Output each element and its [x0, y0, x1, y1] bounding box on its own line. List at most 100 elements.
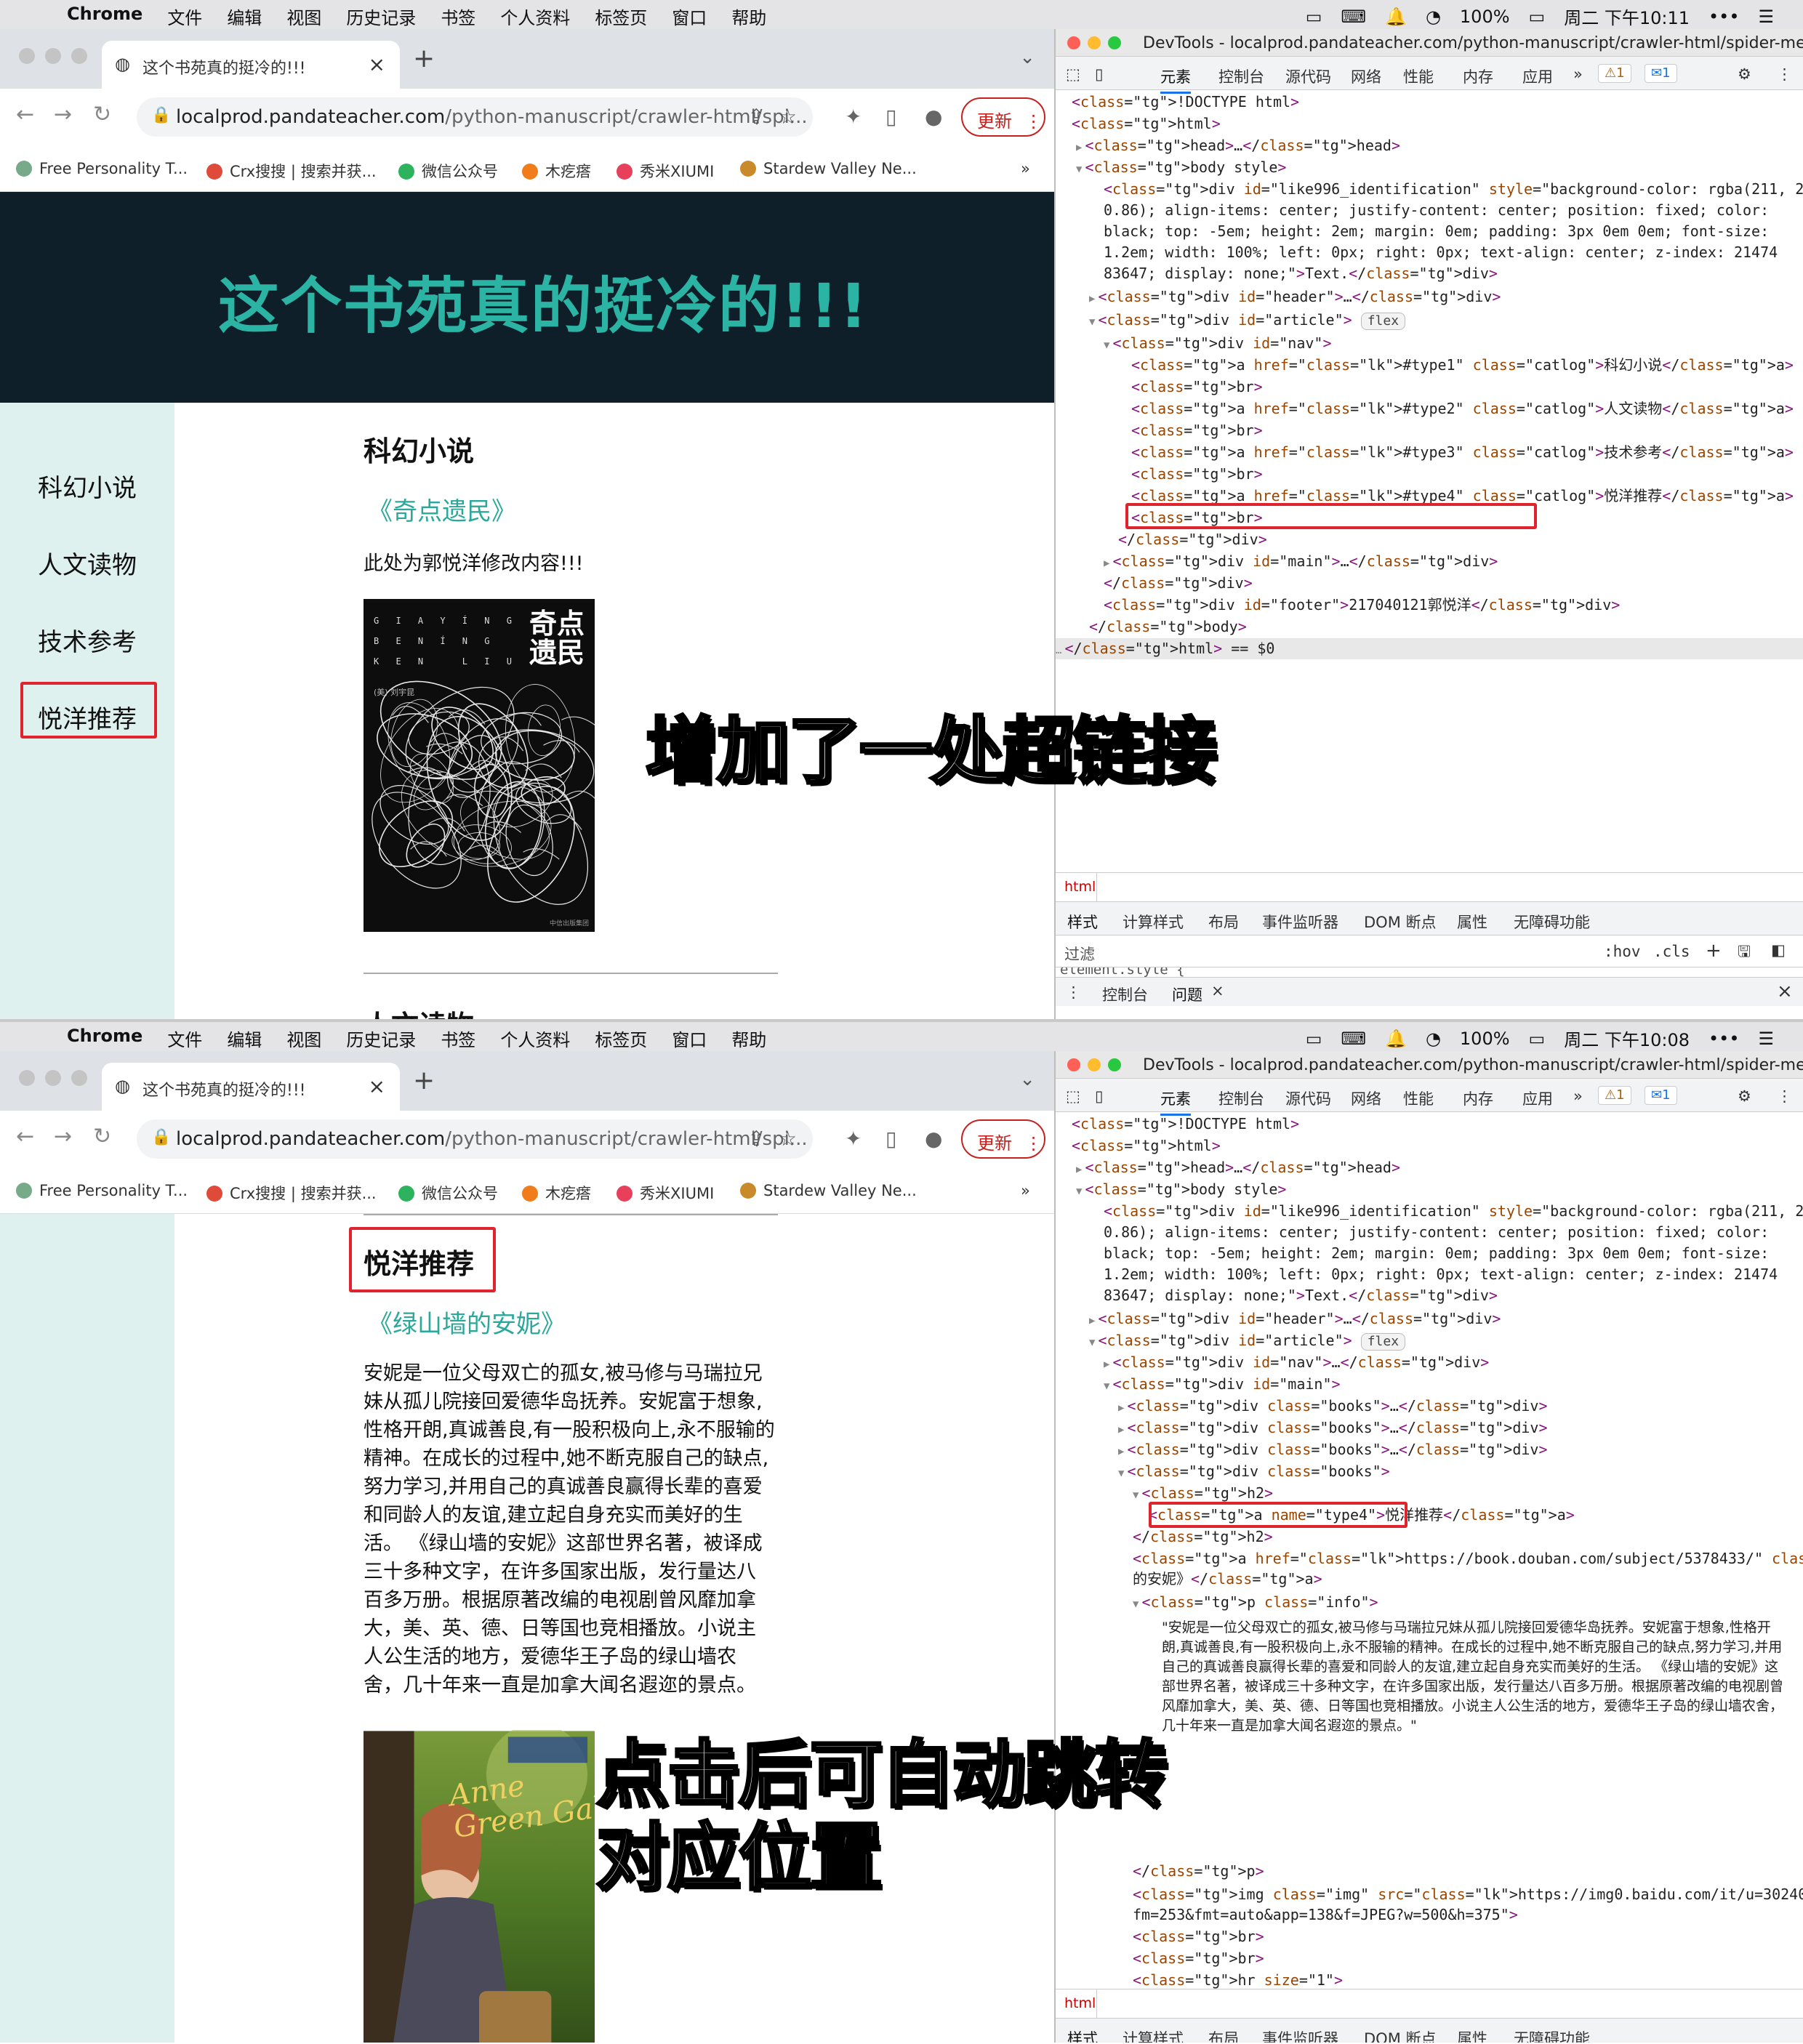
dom-node-line[interactable]: ▶ <class="tg">head>…</class="tg">head>	[1076, 135, 1400, 156]
dom-node-line[interactable]: <class="tg">!DOCTYPE html>	[1072, 92, 1299, 113]
drawer-tab-console[interactable]: 控制台	[1102, 983, 1148, 1005]
dom-node-line[interactable]: 的安妮》</class="tg">a>	[1133, 1569, 1322, 1590]
wifi-icon[interactable]: ◔	[1426, 1029, 1441, 1049]
bookmark-item[interactable]: 微信公众号	[398, 160, 498, 182]
url-text[interactable]: localprod.pandateacher.com/python-manusc…	[176, 1128, 808, 1150]
tab-network[interactable]: 网络	[1351, 1087, 1381, 1109]
dom-node-line[interactable]: <class="tg">br>	[1133, 1926, 1264, 1947]
extensions-icon[interactable]: ✦	[845, 1127, 862, 1151]
menu-view[interactable]: 视图	[286, 4, 321, 29]
warning-badge[interactable]: ⚠1	[1598, 64, 1631, 83]
menu-app[interactable]: Chrome	[67, 1026, 142, 1051]
paint-icon[interactable]: 🖫	[1738, 941, 1751, 967]
dom-node-line[interactable]: ▶ <class="tg">head>…</class="tg">head>	[1076, 1157, 1400, 1178]
bookmarks-more-icon[interactable]: »	[1021, 1182, 1030, 1199]
dom-node-line[interactable]: </class="tg">body>	[1089, 616, 1247, 637]
dom-node-line[interactable]: ▶ <class="tg">div class="books">…</class=…	[1118, 1396, 1548, 1417]
menu-file[interactable]: 文件	[167, 4, 202, 29]
dom-node-line[interactable]: ▼ <class="tg">div id="main">	[1104, 1374, 1341, 1395]
browser-tab[interactable]: ◍ 这个书苑真的挺冷的!!! ×	[102, 41, 400, 89]
menu-history[interactable]: 历史记录	[346, 1026, 416, 1051]
tab-properties[interactable]: 属性	[1457, 2027, 1487, 2043]
dom-node-line[interactable]: ▶ <class="tg">div class="books">…</class=…	[1118, 1439, 1548, 1460]
tab-application[interactable]: 应用	[1522, 1087, 1553, 1109]
bookmark-item[interactable]: 木疙瘩	[522, 1182, 591, 1204]
close-dot[interactable]	[1067, 36, 1080, 49]
drawer-menu-icon[interactable]: ⋮	[1066, 983, 1081, 1001]
tab-application[interactable]: 应用	[1522, 65, 1553, 87]
dom-node-line[interactable]: <class="tg">a href="class="lk">https://b…	[1133, 1548, 1803, 1569]
dom-node-line[interactable]: <class="tg">html>	[1072, 113, 1221, 134]
cls-toggle[interactable]: .cls	[1653, 943, 1690, 960]
tab-layout[interactable]: 布局	[1208, 911, 1239, 933]
control-center-icon[interactable]: ☰	[1758, 7, 1774, 27]
tab-accessibility[interactable]: 无障碍功能	[1514, 911, 1590, 933]
clock[interactable]: 周二 下午10:08	[1564, 1026, 1690, 1051]
device-icon[interactable]: ▯	[1095, 65, 1104, 83]
bookmarks-more-icon[interactable]: »	[1021, 160, 1030, 177]
drawer-tab-close-icon[interactable]: ×	[1211, 982, 1224, 999]
bookmark-item[interactable]: 秀米XIUMI	[617, 1182, 714, 1204]
dom-node-line[interactable]: <class="tg">div id="like996_identificati…	[1104, 179, 1803, 200]
tab-search-icon[interactable]: ⌄	[1019, 1069, 1035, 1090]
menu-view[interactable]: 视图	[286, 1026, 321, 1051]
dom-node-line[interactable]: <class="tg">br>	[1131, 464, 1263, 485]
dom-node-line[interactable]: <class="tg">div id="like996_identificati…	[1104, 1201, 1803, 1222]
dom-node-line[interactable]: 83647; display: none;">Text.</class="tg"…	[1104, 263, 1498, 284]
dom-node-line[interactable]: ▼ <class="tg">div id="article"> flex	[1089, 1330, 1406, 1351]
forward-icon[interactable]: →	[54, 102, 72, 127]
message-badge[interactable]: ✉1	[1645, 1086, 1677, 1105]
menu-profile[interactable]: 个人资料	[500, 4, 570, 29]
menu-help[interactable]: 帮助	[731, 1026, 766, 1051]
menu-file[interactable]: 文件	[167, 1026, 202, 1051]
breadcrumb-html[interactable]: html	[1064, 879, 1096, 895]
bookmark-item[interactable]: 木疙瘩	[522, 160, 591, 182]
dom-node-line[interactable]: <class="tg">a href="class="lk">#type1" c…	[1131, 355, 1794, 376]
input-method-icon[interactable]: ⌨	[1341, 1029, 1366, 1049]
dom-node-line[interactable]: </class="tg">h2>	[1133, 1526, 1273, 1548]
tab-close-icon[interactable]: ×	[369, 52, 385, 76]
control-center-icon[interactable]: ☰	[1758, 1029, 1774, 1049]
menu-window[interactable]: 窗口	[672, 1026, 707, 1051]
update-button[interactable]: 更新 ⋮	[961, 97, 1045, 137]
dom-node-line[interactable]: 1.2em; width: 100%; left: 0px; right: 0p…	[1104, 242, 1778, 263]
dom-node-line[interactable]: <class="tg">!DOCTYPE html>	[1072, 1114, 1299, 1135]
min-dot[interactable]	[1088, 1058, 1101, 1071]
notification-icon[interactable]: 🔔	[1385, 1029, 1407, 1049]
bookmark-item[interactable]: Stardew Valley Ne...	[740, 160, 917, 177]
menu-edit[interactable]: 编辑	[227, 4, 262, 29]
tab-properties[interactable]: 属性	[1457, 911, 1487, 933]
close-dot[interactable]	[19, 48, 35, 64]
address-bar[interactable]: 🔒 localprod.pandateacher.com/python-manu…	[137, 1119, 813, 1159]
info-text-node[interactable]: "安妮是一位父母双亡的孤女,被马修与马瑞拉兄妹从孤儿院接回爱德华岛抚养。安妮富于…	[1162, 1618, 1787, 1736]
tab-computed[interactable]: 计算样式	[1123, 911, 1184, 933]
dom-node-line[interactable]: … </class="tg">html> == $0	[1056, 638, 1803, 659]
kebab-icon[interactable]: ⋮	[1777, 1087, 1792, 1105]
drawer-close-icon[interactable]: ×	[1777, 981, 1793, 1002]
dom-node-line[interactable]: <class="tg">hr size="1">	[1133, 1970, 1343, 1989]
min-dot[interactable]	[1088, 36, 1101, 49]
profile-icon[interactable]: ●	[925, 1127, 942, 1151]
book-title-link[interactable]: 《奇点遗民》	[368, 491, 516, 527]
tab-console[interactable]: 控制台	[1218, 65, 1264, 87]
tab-close-icon[interactable]: ×	[369, 1074, 385, 1098]
tab-accessibility[interactable]: 无障碍功能	[1514, 2027, 1590, 2043]
nav-link-1[interactable]: 科幻小说	[38, 468, 137, 504]
tab-dom-breakpoints[interactable]: DOM 断点	[1364, 2027, 1437, 2043]
menu-tabs[interactable]: 标签页	[595, 4, 647, 29]
dom-node-line[interactable]: </class="tg">div>	[1104, 573, 1253, 594]
dom-node-line[interactable]: 1.2em; width: 100%; left: 0px; right: 0p…	[1104, 1264, 1778, 1285]
dom-node-line[interactable]: 0.86); align-items: center; justify-cont…	[1104, 1222, 1769, 1243]
tab-sources[interactable]: 源代码	[1285, 1087, 1331, 1109]
more-icon[interactable]: •••	[1708, 7, 1739, 27]
tab-listeners[interactable]: 事件监听器	[1262, 911, 1338, 933]
max-dot[interactable]	[71, 1070, 87, 1086]
dom-node-line[interactable]: ▶ <class="tg">div class="books">…</class=…	[1118, 1417, 1548, 1439]
dom-node-line[interactable]: </class="tg">div>	[1118, 529, 1267, 550]
dom-node-line[interactable]: ▼ <class="tg">p class="info">	[1133, 1592, 1378, 1613]
nav-link-2[interactable]: 人文读物	[38, 545, 137, 581]
profile-icon[interactable]: ●	[925, 105, 942, 129]
dom-node-line[interactable]: <class="tg">html>	[1072, 1135, 1221, 1156]
menu-bookmarks[interactable]: 书签	[441, 1026, 475, 1051]
menu-edit[interactable]: 编辑	[227, 1026, 262, 1051]
